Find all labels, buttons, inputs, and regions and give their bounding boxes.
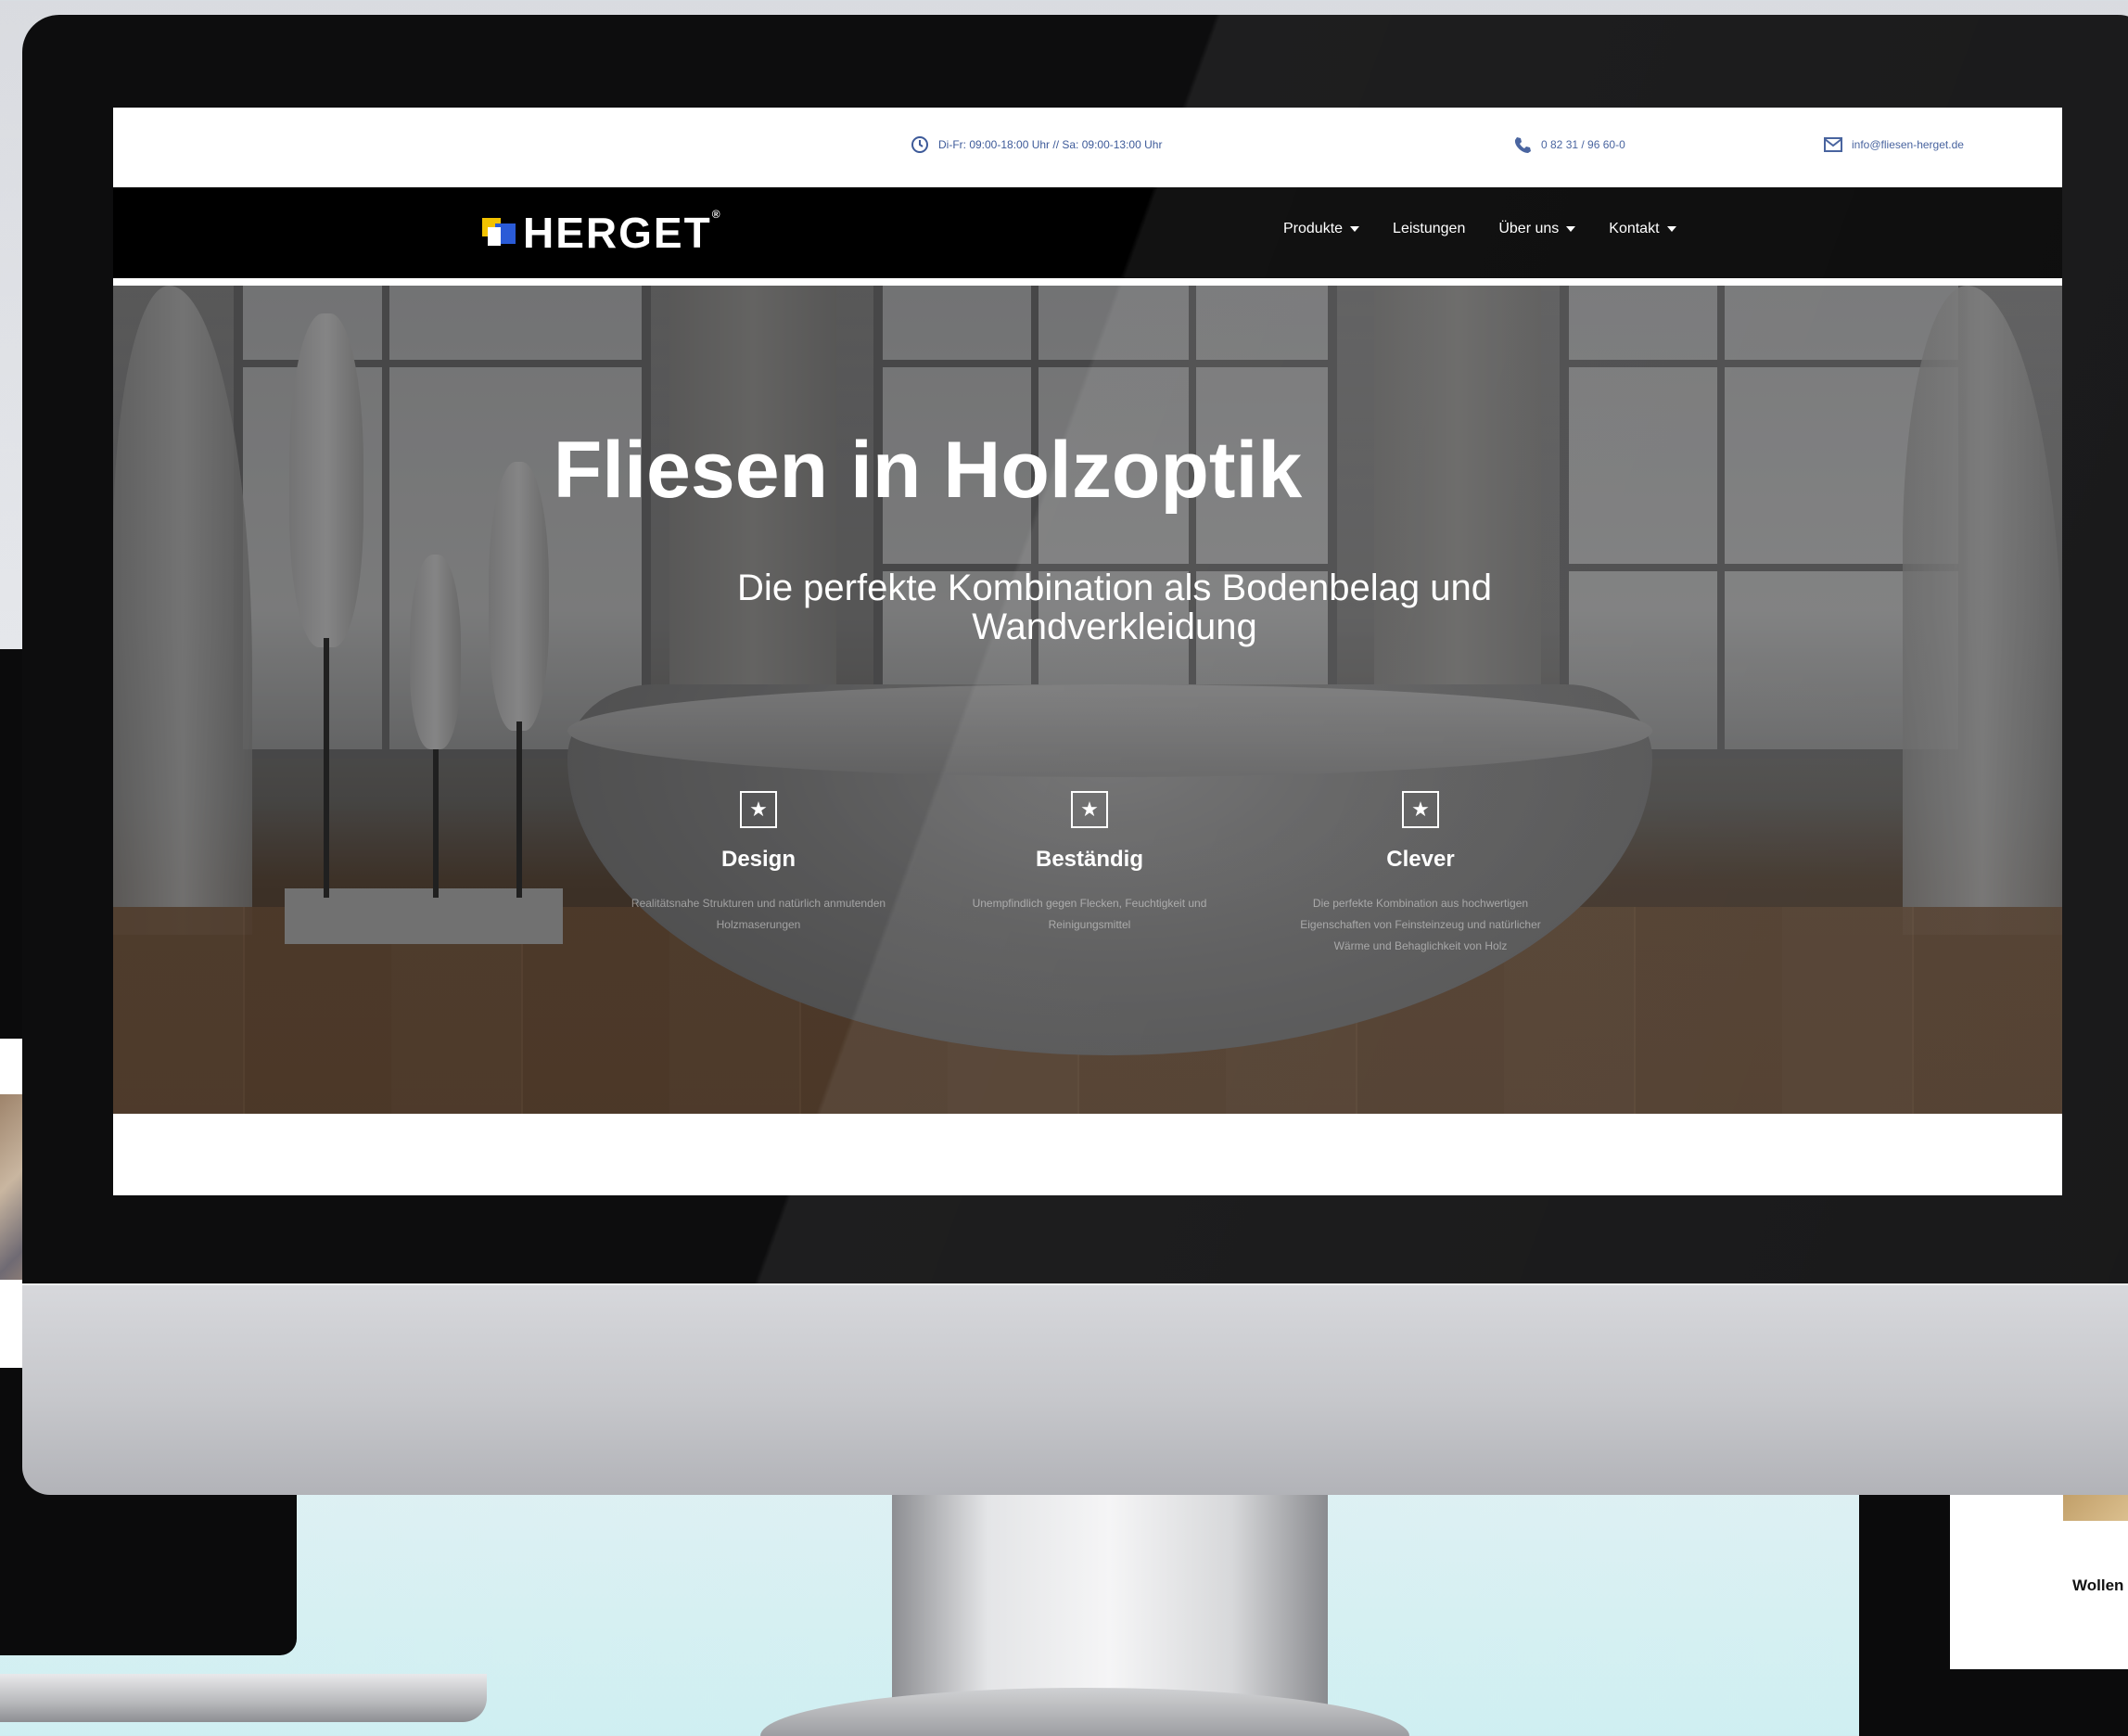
- feature-design: ★ Design Realitätsnahe Strukturen und na…: [619, 791, 898, 936]
- logo-wordmark: HERGET®: [523, 208, 722, 257]
- nav-item-leistungen[interactable]: Leistungen: [1393, 221, 1465, 237]
- phone-icon: [1513, 135, 1532, 154]
- imac-chin: [22, 1283, 2128, 1495]
- nav-item-ueber-uns[interactable]: Über uns: [1498, 221, 1576, 237]
- feature-bestaendig: ★ Beständig Unempfindlich gegen Flecken,…: [950, 791, 1229, 936]
- contact-topbar: Di-Fr: 09:00-18:00 Uhr // Sa: 09:00-13:0…: [113, 108, 2062, 187]
- imac-device: Di-Fr: 09:00-18:00 Uhr // Sa: 09:00-13:0…: [22, 15, 2128, 1708]
- feature-clever: ★ Clever Die perfekte Kombination aus ho…: [1281, 791, 1560, 957]
- feature-description: Realitätsnahe Strukturen und natürlich a…: [631, 897, 886, 931]
- chevron-down-icon: [1566, 226, 1576, 232]
- logo-mark-icon: [482, 216, 516, 249]
- phone-contact[interactable]: 0 82 31 / 96 60-0: [1513, 135, 1625, 154]
- clock-icon: [911, 135, 929, 154]
- hero-content: Fliesen in Holzoptik Die perfekte Kombin…: [113, 286, 2062, 1114]
- hero-title: Fliesen in Holzoptik: [553, 426, 1303, 515]
- nav-item-produkte[interactable]: Produkte: [1283, 221, 1360, 237]
- opening-hours-text: Di-Fr: 09:00-18:00 Uhr // Sa: 09:00-13:0…: [938, 138, 1163, 151]
- background-laptop-base: [0, 1674, 487, 1722]
- feature-title: Clever: [1386, 847, 1455, 872]
- nav-item-kontakt[interactable]: Kontakt: [1609, 221, 1676, 237]
- star-icon: ★: [1071, 791, 1108, 828]
- website-viewport: Di-Fr: 09:00-18:00 Uhr // Sa: 09:00-13:0…: [113, 108, 2062, 1195]
- imac-bezel: Di-Fr: 09:00-18:00 Uhr // Sa: 09:00-13:0…: [22, 15, 2128, 1283]
- email-contact[interactable]: info@fliesen-herget.de: [1824, 135, 1964, 154]
- feature-title: Beständig: [1035, 847, 1143, 872]
- background-tablet-label: Wollen: [2072, 1576, 2124, 1594]
- opening-hours: Di-Fr: 09:00-18:00 Uhr // Sa: 09:00-13:0…: [911, 135, 1162, 154]
- star-icon: ★: [740, 791, 777, 828]
- main-navbar: HERGET® Produkte Leistungen Über uns Kon…: [113, 187, 2062, 278]
- hero-subtitle: Die perfekte Kombination als Bodenbelag …: [737, 568, 1492, 647]
- content-below-hero: [113, 1114, 2062, 1195]
- imac-stand: [892, 1495, 1328, 1708]
- herget-logo[interactable]: HERGET®: [482, 208, 722, 258]
- star-icon: ★: [1402, 791, 1439, 828]
- hero-section: Fliesen in Holzoptik Die perfekte Kombin…: [113, 286, 2062, 1114]
- chevron-down-icon: [1666, 226, 1676, 232]
- email-address[interactable]: info@fliesen-herget.de: [1852, 138, 1964, 151]
- envelope-icon: [1824, 135, 1842, 154]
- navbar-divider: [113, 278, 2062, 286]
- main-menu: Produkte Leistungen Über uns Kontakt: [1283, 221, 1676, 237]
- feature-title: Design: [720, 847, 796, 872]
- chevron-down-icon: [1350, 226, 1360, 232]
- feature-description: Die perfekte Kombination aus hochwertige…: [1300, 897, 1541, 952]
- phone-number[interactable]: 0 82 31 / 96 60-0: [1541, 138, 1625, 151]
- feature-description: Unempfindlich gegen Flecken, Feuchtigkei…: [972, 897, 1207, 931]
